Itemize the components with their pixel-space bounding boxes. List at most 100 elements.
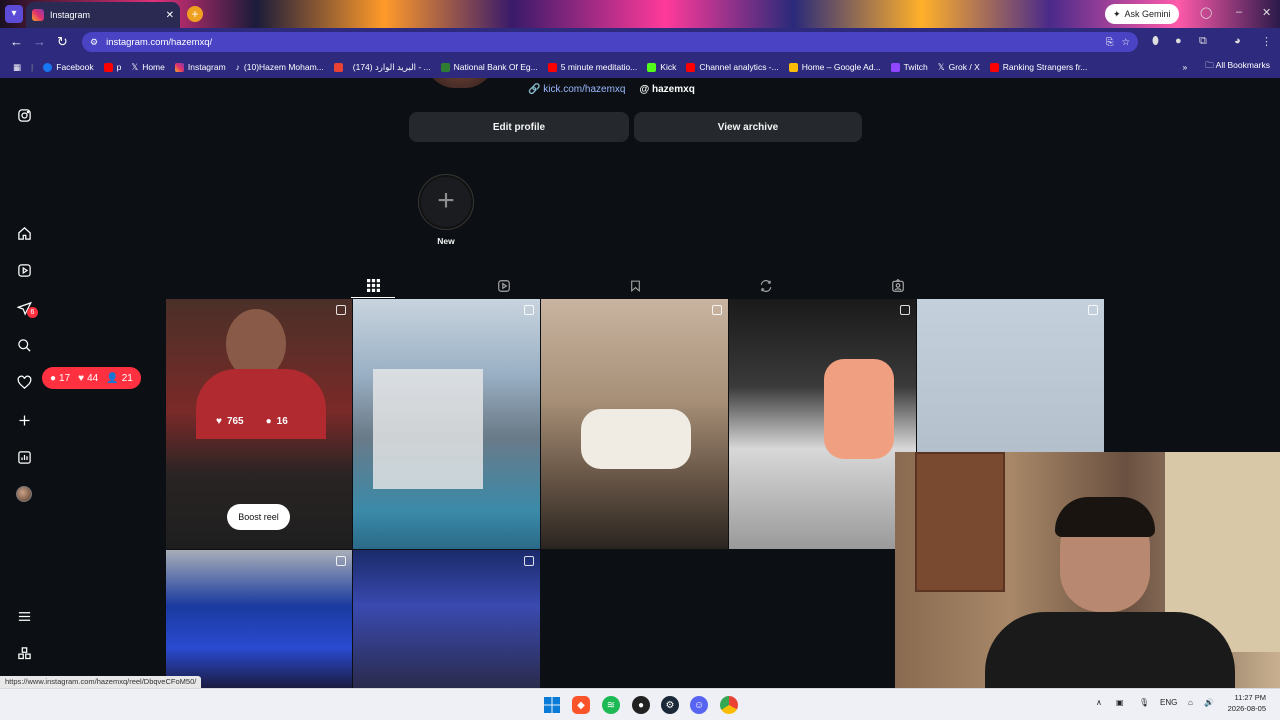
search-icon[interactable] bbox=[16, 337, 32, 353]
browser-tab-instagram[interactable]: Instagram ✕ bbox=[26, 2, 180, 28]
bookmark-item[interactable]: 𝕏 Home bbox=[126, 62, 170, 73]
google-ads-icon bbox=[788, 62, 798, 72]
ask-gemini-button[interactable]: ✦ Ask Gemini bbox=[1105, 4, 1179, 24]
bookmark-item[interactable]: (174) البريد الوارد - ... bbox=[348, 62, 436, 73]
post-tile-6[interactable] bbox=[166, 550, 352, 688]
instagram-logo-icon[interactable] bbox=[16, 107, 32, 123]
bookmark-label: Grok / X bbox=[948, 62, 980, 72]
new-tab-button[interactable]: + bbox=[187, 6, 203, 22]
minimize-icon[interactable]: – bbox=[1236, 6, 1242, 18]
also-from-meta-icon[interactable] bbox=[16, 645, 32, 661]
windows-start-icon[interactable] bbox=[543, 696, 561, 714]
menu-kebab-icon[interactable]: ⋮ bbox=[1261, 35, 1272, 48]
tray-app-icon[interactable]: ▣ bbox=[1116, 698, 1124, 707]
post-thumbnail-shirt bbox=[196, 369, 326, 439]
microphone-icon[interactable]: 🎙 bbox=[1139, 698, 1149, 707]
vpn-extension-icon[interactable]: ● bbox=[1175, 35, 1182, 47]
bookmark-item[interactable]: Facebook bbox=[38, 62, 98, 72]
profile-avatar[interactable] bbox=[16, 486, 32, 502]
instagram-favicon-icon bbox=[32, 9, 44, 21]
steam-icon[interactable]: ⚙ bbox=[661, 696, 679, 714]
threads-icon: @ bbox=[639, 84, 653, 95]
tab-saved[interactable] bbox=[613, 274, 657, 298]
profile-circle-icon[interactable]: ◯ bbox=[1200, 6, 1212, 19]
threads-link[interactable]: @ hazemxq bbox=[639, 84, 694, 95]
tab-reels[interactable] bbox=[482, 274, 526, 298]
post-tile-4[interactable] bbox=[729, 299, 916, 549]
profile-picture[interactable] bbox=[425, 78, 495, 88]
tab-posts[interactable] bbox=[351, 274, 395, 298]
post-thumbnail-person bbox=[824, 359, 894, 459]
site-info-icon[interactable]: ⚙ bbox=[90, 37, 98, 48]
apps-grid-icon[interactable]: ▦ bbox=[8, 62, 26, 73]
post-thumbnail-building bbox=[373, 369, 483, 489]
bookmark-item[interactable]: 5 minute meditatio... bbox=[543, 62, 643, 72]
app-icon[interactable]: ● bbox=[632, 696, 650, 714]
bookmark-label: National Bank Of Eg... bbox=[453, 62, 538, 72]
kick-link[interactable]: 🔗 kick.com/hazemxq bbox=[528, 84, 625, 95]
spotify-icon[interactable]: ≋ bbox=[602, 696, 620, 714]
notifications-popup[interactable]: ● 17 ♥ 44 👤 21 bbox=[42, 367, 141, 389]
close-tab-icon[interactable]: ✕ bbox=[166, 10, 174, 21]
tray-overflow-icon[interactable]: ∧ bbox=[1096, 698, 1102, 707]
extensions-puzzle-icon[interactable]: ⧉ bbox=[1199, 35, 1207, 48]
bookmark-item[interactable]: Kick bbox=[642, 62, 681, 72]
close-window-icon[interactable]: ✕ bbox=[1262, 6, 1271, 19]
bookmark-label: Twitch bbox=[903, 62, 928, 72]
create-plus-icon[interactable] bbox=[16, 412, 32, 428]
tab-tagged[interactable] bbox=[876, 274, 920, 298]
bookmark-item[interactable]: p bbox=[99, 62, 127, 72]
bookmark-item[interactable]: ♪ (10)Hazem Moham... bbox=[231, 62, 329, 72]
bookmark-label: (10)Hazem Moham... bbox=[243, 62, 324, 72]
bookmark-item[interactable]: Ranking Strangers fr... bbox=[985, 62, 1093, 72]
heart-notifications-icon[interactable] bbox=[16, 374, 32, 390]
volume-icon[interactable]: 🔊 bbox=[1204, 698, 1214, 707]
chrome-icon[interactable] bbox=[720, 696, 738, 714]
post-tile-3[interactable] bbox=[541, 299, 728, 549]
bookmarks-right: » 🗀 All Bookmarks bbox=[1183, 60, 1270, 74]
post-tile-7[interactable] bbox=[353, 550, 540, 688]
bookmark-item[interactable] bbox=[329, 62, 348, 72]
language-indicator[interactable]: ENG bbox=[1160, 698, 1177, 707]
forward-icon[interactable]: → bbox=[33, 34, 46, 49]
comment-bubble-icon: ● bbox=[50, 372, 57, 384]
carousel-icon bbox=[524, 556, 534, 566]
bookmark-item[interactable]: 𝕏 Grok / X bbox=[933, 62, 985, 73]
bookmark-star-icon[interactable]: ☆ bbox=[1121, 37, 1130, 48]
install-app-icon[interactable]: ⎘ bbox=[1106, 37, 1114, 48]
back-icon[interactable]: ← bbox=[10, 34, 23, 49]
bookmark-item[interactable]: Home – Google Ad... bbox=[784, 62, 886, 72]
bookmark-item[interactable]: Twitch bbox=[886, 62, 933, 72]
tab-search-button[interactable]: ▾ bbox=[5, 5, 23, 23]
profile-avatar-icon[interactable]: ◕ bbox=[1234, 35, 1241, 47]
bookmark-item[interactable]: National Bank Of Eg... bbox=[436, 62, 543, 72]
new-highlight-button[interactable]: + bbox=[418, 174, 474, 230]
bookmark-item[interactable]: Channel analytics -... bbox=[681, 62, 783, 72]
carousel-icon bbox=[712, 305, 722, 315]
more-bookmarks-button[interactable]: » bbox=[1183, 62, 1188, 72]
dashboard-icon[interactable] bbox=[16, 449, 32, 465]
post-tile-2[interactable] bbox=[353, 299, 540, 549]
webcam-shirt bbox=[985, 612, 1235, 692]
view-archive-button[interactable]: View archive bbox=[634, 112, 862, 142]
all-bookmarks-button[interactable]: 🗀 All Bookmarks bbox=[1205, 60, 1270, 74]
webcam-overlay bbox=[895, 452, 1280, 692]
reels-icon[interactable] bbox=[16, 262, 32, 278]
reload-icon[interactable]: ↻ bbox=[57, 34, 68, 50]
bookmark-item[interactable]: Instagram bbox=[170, 62, 231, 72]
threads-handle-text: hazemxq bbox=[652, 84, 695, 95]
tab-reposts[interactable] bbox=[744, 274, 788, 298]
edit-profile-button[interactable]: Edit profile bbox=[409, 112, 629, 142]
boost-reel-button[interactable]: Boost reel bbox=[227, 504, 290, 530]
bookmarks-divider: | bbox=[31, 62, 34, 72]
discord-icon[interactable]: ☺ bbox=[690, 696, 708, 714]
extension-icon[interactable]: ⬮ bbox=[1152, 35, 1159, 48]
address-bar[interactable]: ⚙ instagram.com/hazemxq/ ⎘ ☆ bbox=[82, 32, 1138, 52]
network-icon[interactable]: ⌂ bbox=[1188, 698, 1193, 707]
more-menu-icon[interactable] bbox=[16, 608, 32, 624]
system-clock[interactable]: 11:27 PM 2026-08-05 bbox=[1228, 692, 1266, 714]
brave-browser-icon[interactable]: ◆ bbox=[572, 696, 590, 714]
home-icon[interactable] bbox=[16, 225, 32, 241]
likes-count: ♥ 44 bbox=[78, 373, 98, 384]
tagged-icon bbox=[892, 279, 904, 292]
